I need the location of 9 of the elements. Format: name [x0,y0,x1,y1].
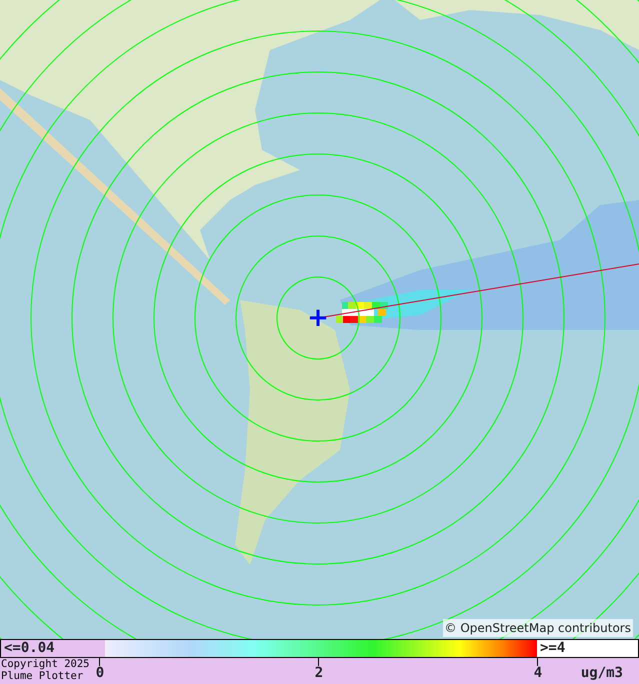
high-limit-label: >=4 [537,640,638,657]
tick-label: 0 [96,665,104,681]
unit-label: ug/m3 [580,665,623,681]
tick-label: 2 [314,665,324,681]
copyright-text: Copyright 2025 Plume Plotter [1,659,90,682]
tick-label: 4 [534,665,542,681]
map-attribution: © OpenStreetMap contributors [442,619,633,637]
source-marker: + [307,303,329,333]
map[interactable]: + © OpenStreetMap contributors [0,0,639,639]
